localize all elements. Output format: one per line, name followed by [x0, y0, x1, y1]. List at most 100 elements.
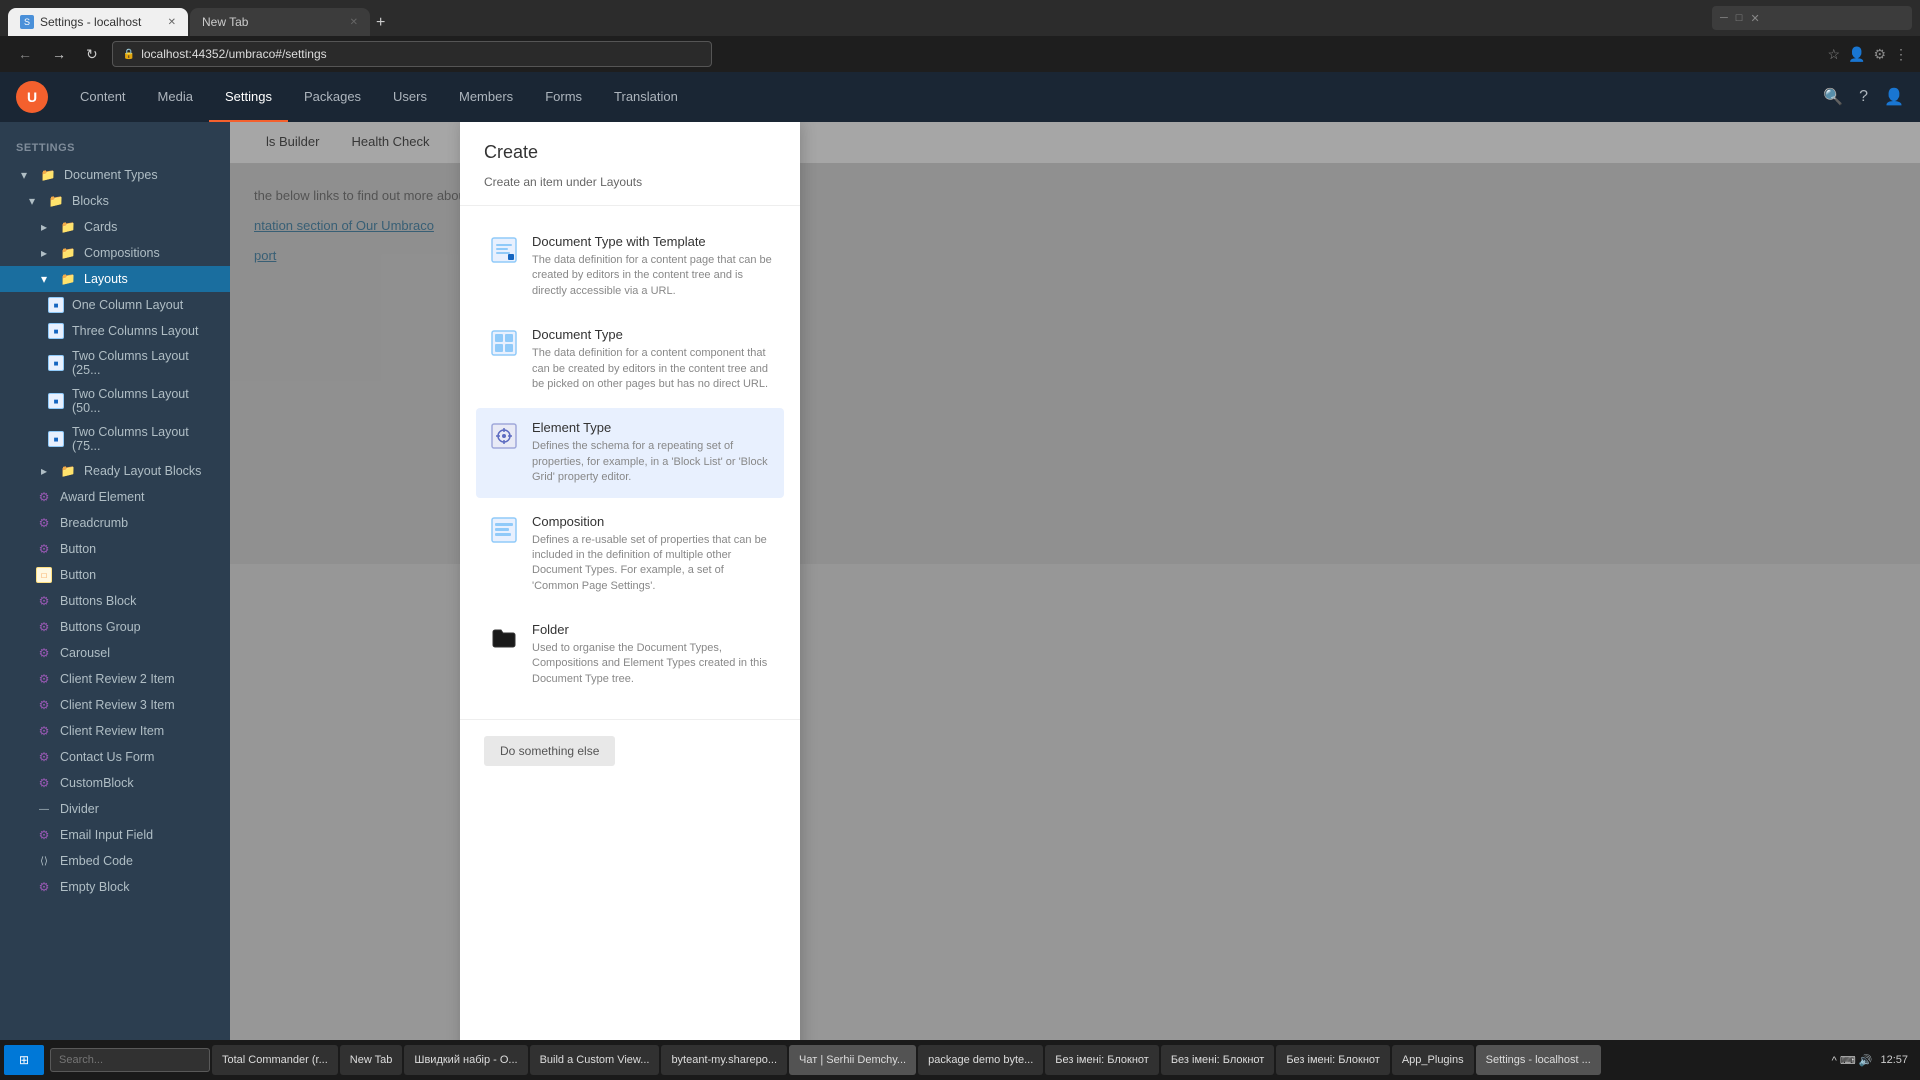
taskbar-bez-imeni-1[interactable]: Без імені: Блокнот	[1045, 1045, 1159, 1075]
sidebar-item-client-review[interactable]: ⚙ Client Review Item	[0, 718, 230, 744]
nav-settings[interactable]: Settings	[209, 72, 288, 122]
new-tab-label: New Tab	[202, 15, 248, 29]
start-button[interactable]: ⊞	[4, 1045, 44, 1075]
sidebar-item-two-col-75[interactable]: ■ Two Columns Layout (75...	[0, 420, 230, 458]
taskbar-app-plugins[interactable]: App_Plugins	[1392, 1045, 1474, 1075]
search-button[interactable]: 🔍	[1823, 87, 1843, 107]
taskbar-package-demo[interactable]: package demo byte...	[918, 1045, 1043, 1075]
sidebar-item-cards[interactable]: ▸ 📁 Cards	[0, 214, 230, 240]
forward-button[interactable]: →	[46, 42, 72, 66]
taskbar-chat-serhii[interactable]: Чат | Serhii Demchy...	[789, 1045, 916, 1075]
nav-media[interactable]: Media	[142, 72, 209, 122]
sidebar-item-button-doc[interactable]: □ Button	[0, 562, 230, 588]
nav-content[interactable]: Content	[64, 72, 142, 122]
nav-members[interactable]: Members	[443, 72, 529, 122]
maximize-btn[interactable]: □	[1736, 12, 1743, 24]
taskbar-build-custom[interactable]: Build a Custom View...	[530, 1045, 660, 1075]
nav-forms[interactable]: Forms	[529, 72, 598, 122]
create-item-composition[interactable]: Composition Defines a re-usable set of p…	[476, 502, 784, 607]
taskbar-bez-imeni-2[interactable]: Без імені: Блокнот	[1161, 1045, 1275, 1075]
tab-close-btn[interactable]: ✕	[168, 17, 176, 28]
taskbar-settings-localhost[interactable]: Settings - localhost ...	[1476, 1045, 1601, 1075]
taskbar-byteant[interactable]: byteant-my.sharepo...	[661, 1045, 787, 1075]
sidebar-label: Compositions	[84, 246, 160, 260]
browser-tabs: S Settings - localhost ✕ New Tab ✕ +	[8, 0, 389, 36]
taskbar-new-tab[interactable]: New Tab	[340, 1045, 403, 1075]
star-button[interactable]: ☆	[1827, 46, 1840, 63]
sidebar-item-divider[interactable]: — Divider	[0, 796, 230, 822]
taskbar: ⊞ Total Commander (r... New Tab Швидкий …	[0, 1040, 1920, 1080]
sidebar-item-carousel[interactable]: ⚙ Carousel	[0, 640, 230, 666]
create-item-label: Document Type	[532, 327, 772, 342]
sidebar-item-layouts[interactable]: ▾ 📁 Layouts	[0, 266, 230, 292]
sidebar-item-compositions[interactable]: ▸ 📁 Compositions	[0, 240, 230, 266]
taskbar-bez-imeni-3[interactable]: Без імені: Блокнот	[1276, 1045, 1390, 1075]
sidebar-item-buttons-block[interactable]: ⚙ Buttons Block	[0, 588, 230, 614]
sidebar-item-ready-layouts[interactable]: ▸ 📁 Ready Layout Blocks	[0, 458, 230, 484]
sidebar-item-two-col-50[interactable]: ■ Two Columns Layout (50...	[0, 382, 230, 420]
sidebar-label: Breadcrumb	[60, 516, 128, 530]
sidebar-item-one-column[interactable]: ■ One Column Layout	[0, 292, 230, 318]
taskbar-time: 12:57	[1880, 1054, 1908, 1066]
sidebar-item-blocks[interactable]: ▾ 📁 Blocks	[0, 188, 230, 214]
sidebar-label: Buttons Block	[60, 594, 136, 608]
sidebar-label: Award Element	[60, 490, 145, 504]
profile-button[interactable]: 👤	[1848, 46, 1865, 63]
taskbar-total-commander[interactable]: Total Commander (r...	[212, 1045, 338, 1075]
do-something-button[interactable]: Do something else	[484, 736, 615, 766]
create-item-doc-template[interactable]: Document Type with Template The data def…	[476, 222, 784, 311]
minimize-btn[interactable]: ─	[1720, 12, 1728, 24]
create-item-desc: The data definition for a content compon…	[532, 346, 772, 392]
create-item-element-type[interactable]: Element Type Defines the schema for a re…	[476, 408, 784, 497]
extensions-button[interactable]: ⚙	[1873, 46, 1886, 63]
create-item-composition-text: Composition Defines a re-usable set of p…	[532, 514, 772, 595]
sidebar-item-customblock[interactable]: ⚙ CustomBlock	[0, 770, 230, 796]
divider-icon: —	[36, 801, 52, 817]
url-bar[interactable]: 🔒 localhost:44352/umbraco#/settings	[112, 41, 712, 67]
sidebar-item-empty-block[interactable]: ⚙ Empty Block	[0, 874, 230, 900]
folder-icon: 📁	[40, 167, 56, 183]
sidebar-label: One Column Layout	[72, 298, 183, 312]
sidebar-item-three-columns[interactable]: ■ Three Columns Layout	[0, 318, 230, 344]
sidebar-item-two-col-25[interactable]: ■ Two Columns Layout (25...	[0, 344, 230, 382]
help-button[interactable]: ?	[1859, 87, 1868, 107]
nav-users[interactable]: Users	[377, 72, 443, 122]
refresh-button[interactable]: ↻	[80, 42, 104, 67]
nav-translation[interactable]: Translation	[598, 72, 694, 122]
sidebar-item-client-review-3[interactable]: ⚙ Client Review 3 Item	[0, 692, 230, 718]
create-item-doc-type[interactable]: Document Type The data definition for a …	[476, 315, 784, 404]
sidebar-item-breadcrumb[interactable]: ⚙ Breadcrumb	[0, 510, 230, 536]
content-area: ls Builder Health Check Profiling Teleme…	[230, 122, 1920, 1080]
expand-icon: ▾	[36, 271, 52, 287]
user-button[interactable]: 👤	[1884, 87, 1904, 107]
sidebar-label: Buttons Group	[60, 620, 141, 634]
taskbar-search[interactable]	[50, 1048, 210, 1072]
taskbar-shvidkiy[interactable]: Швидкий набір - О...	[404, 1045, 527, 1075]
sidebar-item-button-elem[interactable]: ⚙ Button	[0, 536, 230, 562]
elem-icon: ⚙	[36, 697, 52, 713]
menu-button[interactable]: ⋮	[1894, 46, 1908, 63]
add-tab-button[interactable]: +	[372, 10, 389, 36]
sidebar-label: Divider	[60, 802, 99, 816]
folder-icon: 📁	[60, 245, 76, 261]
nav-packages[interactable]: Packages	[288, 72, 377, 122]
sidebar-item-email-input[interactable]: ⚙ Email Input Field	[0, 822, 230, 848]
sidebar-label: Client Review 3 Item	[60, 698, 175, 712]
close-btn[interactable]: ✕	[1750, 12, 1759, 25]
sidebar-item-embed-code[interactable]: ⟨⟩ Embed Code	[0, 848, 230, 874]
active-tab[interactable]: S Settings - localhost ✕	[8, 8, 188, 36]
create-item-folder[interactable]: Folder Used to organise the Document Typ…	[476, 610, 784, 699]
app-logo: U	[16, 81, 48, 113]
new-tab[interactable]: New Tab ✕	[190, 8, 370, 36]
sidebar-item-document-types[interactable]: ▾ 📁 Document Types	[0, 162, 230, 188]
new-tab-close[interactable]: ✕	[350, 17, 358, 28]
address-actions: ☆ 👤 ⚙ ⋮	[1827, 46, 1908, 63]
sidebar-label: Document Types	[64, 168, 158, 182]
sidebar-item-buttons-group[interactable]: ⚙ Buttons Group	[0, 614, 230, 640]
sidebar-item-contact-us[interactable]: ⚙ Contact Us Form	[0, 744, 230, 770]
back-button[interactable]: ←	[12, 42, 38, 66]
sidebar-item-client-review-2[interactable]: ⚙ Client Review 2 Item	[0, 666, 230, 692]
sidebar-label: Ready Layout Blocks	[84, 464, 201, 478]
sidebar-label: Button	[60, 542, 96, 556]
sidebar-item-award[interactable]: ⚙ Award Element	[0, 484, 230, 510]
